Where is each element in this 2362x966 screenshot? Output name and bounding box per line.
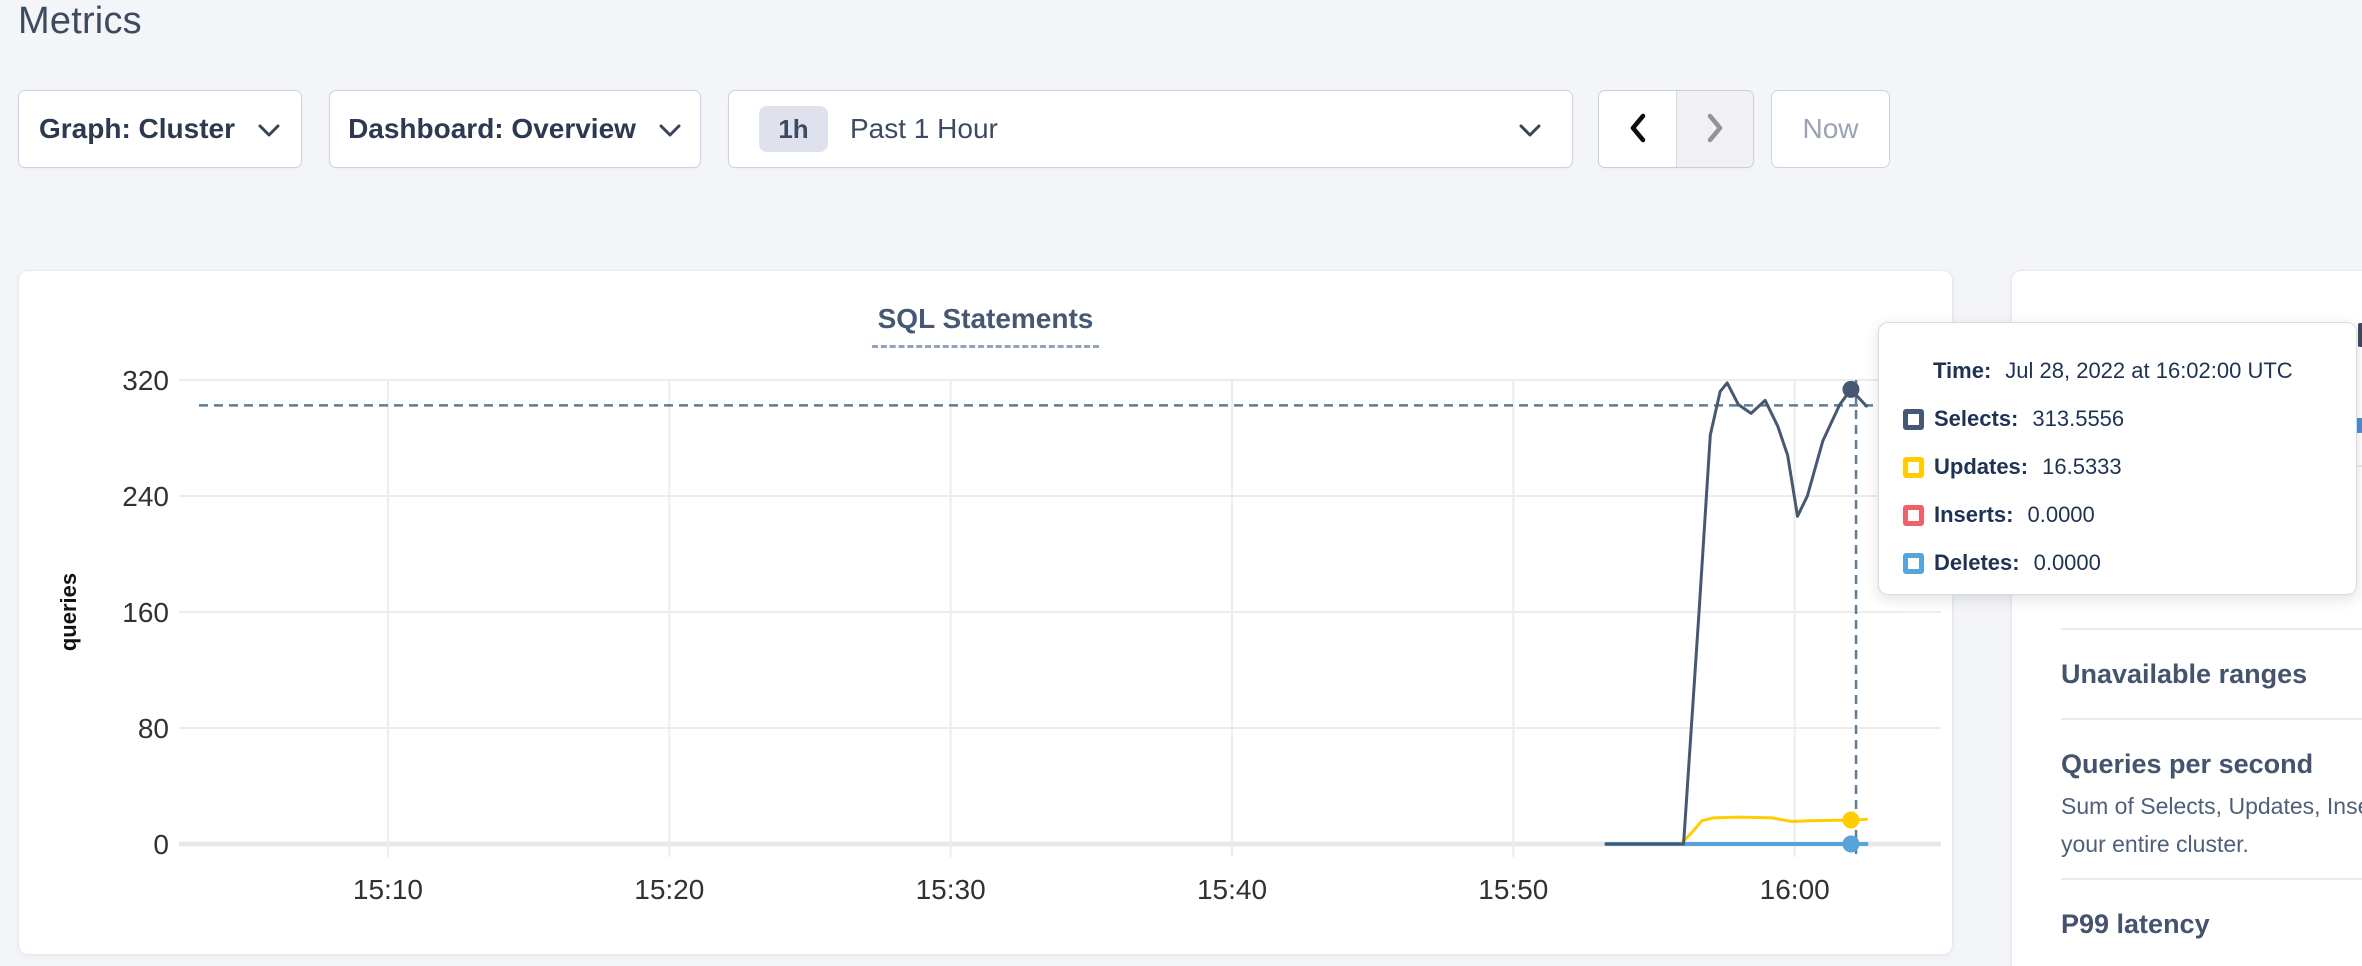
svg-text:15:10: 15:10 — [353, 874, 423, 905]
sql-statements-chart[interactable]: 0 80 160 240 320 15:10 15:20 15:30 15:40 15:50 16:… — [19, 271, 1954, 956]
time-window-label: Past 1 Hour — [850, 113, 998, 145]
svg-text:15:30: 15:30 — [916, 874, 986, 905]
chevron-down-icon — [257, 113, 281, 145]
chart-tooltip: Time: Jul 28, 2022 at 16:02:00 UTC Selec… — [1878, 322, 2357, 595]
divider — [2061, 878, 2362, 880]
sidebar-section-title: Unavailable ranges — [2061, 659, 2307, 690]
tooltip-series-row: Inserts: 0.0000 — [1903, 491, 2356, 539]
tooltip-time-row: Time: Jul 28, 2022 at 16:02:00 UTC — [1903, 349, 2356, 393]
time-window-badge: 1h — [759, 106, 828, 152]
svg-text:15:50: 15:50 — [1478, 874, 1548, 905]
sidebar-section-title: P99 latency — [2061, 909, 2210, 940]
dashboard-dropdown[interactable]: Dashboard: Overview — [329, 90, 701, 168]
page-title: Metrics — [18, 0, 142, 43]
time-pager — [1598, 90, 1754, 168]
graph-dropdown[interactable]: Graph: Cluster — [18, 90, 302, 168]
svg-text:240: 240 — [122, 481, 169, 512]
tooltip-series-row: Selects: 313.5556 — [1903, 395, 2356, 443]
dashboard-dropdown-label: Dashboard: Overview — [348, 113, 636, 145]
chevron-left-icon — [1627, 111, 1649, 148]
prev-time-button[interactable] — [1599, 91, 1676, 167]
next-time-button[interactable] — [1676, 91, 1753, 167]
selects-swatch-icon — [1903, 409, 1924, 430]
svg-text:0: 0 — [153, 829, 169, 860]
sidebar-section-title: Queries per second — [2061, 749, 2313, 780]
chevron-down-icon — [1518, 113, 1542, 145]
svg-text:80: 80 — [138, 713, 169, 744]
svg-text:15:20: 15:20 — [634, 874, 704, 905]
updates-swatch-icon — [1903, 457, 1924, 478]
tooltip-time-value: Jul 28, 2022 at 16:02:00 UTC — [2005, 358, 2292, 384]
chevron-down-icon — [658, 113, 682, 145]
svg-text:queries: queries — [56, 573, 81, 651]
metrics-page: Metrics Graph: Cluster Dashboard: Overvi… — [0, 0, 2362, 966]
svg-text:15:40: 15:40 — [1197, 874, 1267, 905]
clipped-text-fragment — [2358, 323, 2362, 347]
tooltip-series-row: Deletes: 0.0000 — [1903, 539, 2356, 587]
deletes-swatch-icon — [1903, 553, 1924, 574]
time-window-selector[interactable]: 1h Past 1 Hour — [728, 90, 1573, 168]
svg-text:160: 160 — [122, 597, 169, 628]
divider — [2061, 718, 2362, 720]
now-button[interactable]: Now — [1771, 90, 1890, 168]
svg-text:320: 320 — [122, 365, 169, 396]
sidebar-section-description: Sum of Selects, Updates, Inser your enti… — [2061, 787, 2362, 863]
sql-statements-card: SQL Statements 08016024032015:1015:2015:… — [18, 270, 1953, 955]
inserts-swatch-icon — [1903, 505, 1924, 526]
svg-text:16:00: 16:00 — [1760, 874, 1830, 905]
divider — [2061, 628, 2362, 630]
tooltip-series-row: Updates: 16.5333 — [1903, 443, 2356, 491]
graph-dropdown-label: Graph: Cluster — [39, 113, 235, 145]
chevron-right-icon — [1704, 111, 1726, 148]
tooltip-time-label: Time: — [1933, 358, 1991, 384]
